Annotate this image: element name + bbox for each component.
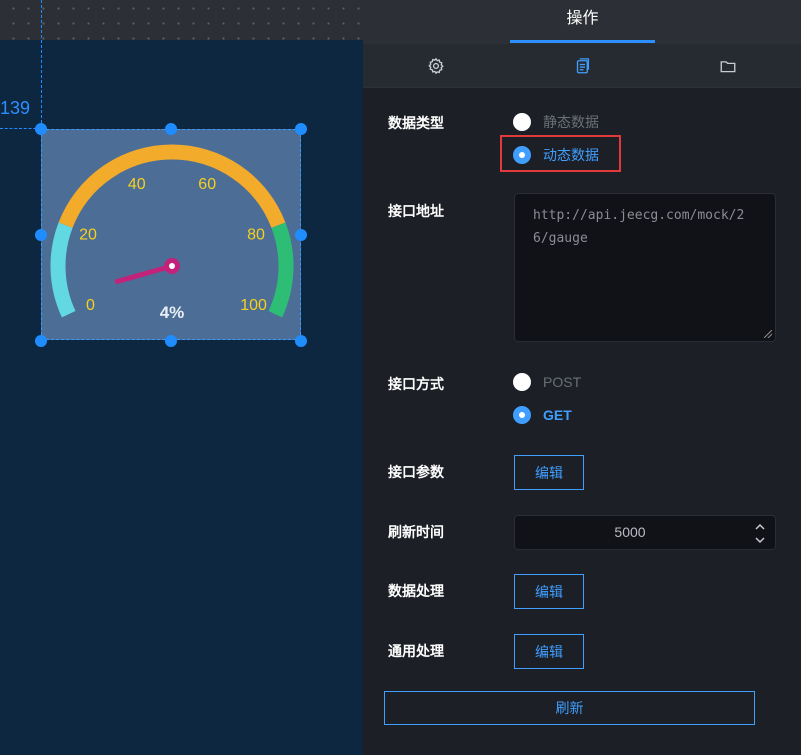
refresh-button[interactable]: 刷新 [384,691,755,725]
data-processing-edit-button[interactable]: 编辑 [514,574,584,609]
panel-title[interactable]: 操作 [510,0,655,40]
api-url-value: http://api.jeecg.com/mock/26/gauge [533,208,745,246]
selection-highlight-box [500,135,621,172]
gauge-tick-label: 40 [128,176,146,193]
gauge-pointer [114,263,175,284]
panel-tabs [363,44,801,88]
api-params-label: 接口参数 [388,464,444,480]
resize-handle-top-right[interactable] [295,123,307,135]
resize-handle-bottom-left[interactable] [35,335,47,347]
radio-post[interactable]: POST [513,373,581,391]
decrement-chevron-down-icon[interactable] [753,533,767,547]
resize-handle-right[interactable] [295,229,307,241]
gauge-value-text: 4% [160,303,185,322]
gauge-tick-label: 80 [247,227,265,244]
refresh-time-label: 刷新时间 [388,524,444,540]
api-method-label: 接口方式 [388,376,444,392]
gauge-pointer-hub-center [169,263,175,269]
data-type-label: 数据类型 [388,115,444,131]
gauge-tick-label: 20 [79,227,97,244]
folder-icon [720,61,736,73]
radio-static-data[interactable]: 静态数据 [513,112,599,132]
radio-static-label: 静态数据 [543,114,599,130]
increment-chevron-up-icon[interactable] [753,520,767,534]
active-title-underline [510,40,655,43]
radio-get-label: GET [543,407,572,423]
gauge-chart: 0 20 40 60 80 100 4% [50,144,294,322]
gauge-tick-labels: 0 20 40 60 80 100 [79,176,267,314]
gauge-widget[interactable]: 0 20 40 60 80 100 4% [41,129,301,340]
api-url-label: 接口地址 [388,203,444,219]
common-processing-edit-button[interactable]: 编辑 [514,634,584,669]
radio-post-label: POST [543,374,582,390]
resize-handle-bottom[interactable] [165,335,177,347]
resize-handle-left[interactable] [35,229,47,241]
tab-settings[interactable] [363,44,509,88]
api-params-edit-button[interactable]: 编辑 [514,455,584,490]
common-processing-label: 通用处理 [388,643,444,659]
resize-handle-bottom-right[interactable] [295,335,307,347]
textarea-resize-grip[interactable] [764,330,772,338]
gauge-tick-label: 100 [240,297,267,314]
vertical-guide-line [41,0,42,128]
gear-icon [428,57,444,75]
gauge-tick-label: 60 [198,176,216,193]
refresh-time-input[interactable]: 5000 [514,515,776,550]
refresh-time-value: 5000 [614,524,646,540]
tab-files[interactable] [655,44,801,88]
panel-header: 操作 [363,0,801,44]
radio-get[interactable]: GET [513,406,572,424]
resize-handle-top[interactable] [165,123,177,135]
radio-get-indicator[interactable] [513,406,531,424]
radio-static-indicator[interactable] [513,113,531,131]
gauge-band-low [50,222,76,318]
coordinate-label: 139 [0,98,31,118]
radio-post-indicator[interactable] [513,373,531,391]
data-processing-label: 数据处理 [388,583,444,599]
tab-data[interactable] [509,44,655,88]
design-canvas[interactable]: 139 0 20 40 60 80 100 4% [0,0,363,755]
top-ruler [0,0,363,40]
gauge-band-mid [58,144,286,228]
api-url-textarea[interactable]: http://api.jeecg.com/mock/26/gauge [514,193,776,342]
properties-panel: 操作 数据类型 静态数据 动态数据 接口地址 http://api.jeecg.… [363,0,801,755]
resize-handle-top-left[interactable] [35,123,47,135]
gauge-band-high [268,222,294,318]
gauge-tick-label: 0 [86,297,95,314]
copy-icon [576,58,590,74]
